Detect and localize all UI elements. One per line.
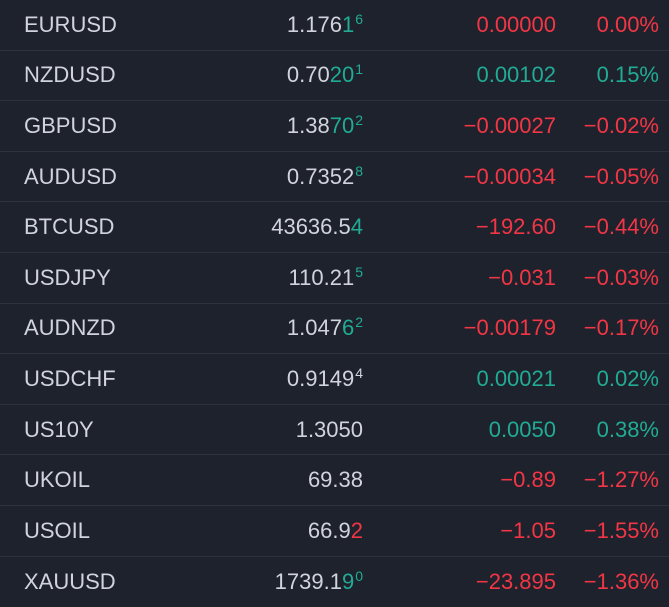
symbol-label: USOIL (24, 517, 91, 543)
symbol-label: EURUSD (24, 11, 117, 37)
price-base: 66.9 (307, 517, 351, 543)
watchlist-row-usdchf[interactable]: USDCHF 0.9149 4 0.00021 0.02% (0, 354, 669, 405)
symbol-label: AUDNZD (24, 315, 116, 341)
price-change: 0.00021 (476, 365, 556, 391)
price-changed-digits: 70 (329, 112, 355, 138)
watchlist-row-ukoil[interactable]: UKOIL 69.38 −0.89 −1.27% (0, 455, 669, 506)
price-pipette: 0 (355, 567, 363, 584)
price-base: 43636.5 (271, 214, 351, 240)
percent-change: 0.38% (596, 416, 659, 442)
percent-change: −0.02% (583, 112, 659, 138)
percent-change: −1.27% (583, 467, 659, 493)
last-price: 66.9 2 (308, 506, 363, 556)
percent-change: −0.03% (583, 264, 659, 290)
price-base: 0.9149 (286, 365, 355, 391)
price-change: −0.00034 (463, 163, 556, 189)
symbol-label: UKOIL (24, 467, 91, 493)
price-changed-digits: 2 (350, 517, 363, 543)
price-change: −0.00027 (463, 112, 556, 138)
price-change: −0.031 (488, 264, 556, 290)
watchlist-row-gbpusd[interactable]: GBPUSD 1.38 70 2 −0.00027 −0.02% (0, 101, 669, 152)
price-change: 0.00102 (476, 62, 556, 88)
last-price: 1739.1 9 0 (275, 557, 363, 607)
symbol-label: AUDUSD (24, 163, 117, 189)
price-base: 1.38 (286, 112, 330, 138)
percent-change: −1.36% (583, 568, 659, 594)
price-base: 0.7352 (286, 163, 355, 189)
watchlist-row-usoil[interactable]: USOIL 66.9 2 −1.05 −1.55% (0, 506, 669, 557)
price-base: 1739.1 (274, 568, 342, 594)
percent-change: 0.00% (596, 11, 659, 37)
price-changed-digits: 6 (341, 315, 355, 341)
percent-change: −0.05% (583, 163, 659, 189)
symbol-label: USDCHF (24, 365, 116, 391)
price-change: −0.89 (500, 467, 556, 493)
price-changed-digits: 1 (341, 11, 355, 37)
last-price: 0.7352 8 (287, 152, 363, 202)
price-base: 0.70 (286, 62, 330, 88)
watchlist-row-audnzd[interactable]: AUDNZD 1.047 6 2 −0.00179 −0.17% (0, 304, 669, 355)
last-price: 43636.5 4 (271, 202, 363, 252)
price-base: 1.176 (286, 11, 342, 37)
price-change: −23.895 (475, 568, 556, 594)
last-price: 69.38 (308, 455, 363, 505)
percent-change: −1.55% (583, 517, 659, 543)
watchlist-row-btcusd[interactable]: BTCUSD 43636.5 4 −192.60 −0.44% (0, 202, 669, 253)
last-price: 1.047 6 2 (287, 304, 363, 354)
price-base: 1.047 (286, 315, 342, 341)
price-pipette: 2 (355, 314, 363, 331)
symbol-label: GBPUSD (24, 112, 117, 138)
price-change: −192.60 (475, 214, 556, 240)
price-change: −0.00179 (463, 315, 556, 341)
last-price: 0.70 20 1 (287, 51, 363, 101)
price-changed-digits: 20 (329, 62, 355, 88)
symbol-label: NZDUSD (24, 62, 116, 88)
watchlist-row-audusd[interactable]: AUDUSD 0.7352 8 −0.00034 −0.05% (0, 152, 669, 203)
percent-change: 0.15% (596, 62, 659, 88)
price-pipette: 5 (355, 263, 363, 280)
watchlist-row-eurusd[interactable]: EURUSD 1.176 1 6 0.00000 0.00% (0, 0, 669, 51)
last-price: 1.38 70 2 (287, 101, 363, 151)
price-change: 0.00000 (476, 11, 556, 37)
price-pipette: 8 (355, 162, 363, 179)
price-change: −1.05 (500, 517, 556, 543)
price-base: 1.3050 (295, 416, 363, 442)
price-pipette: 4 (355, 364, 363, 381)
price-pipette: 1 (355, 61, 363, 78)
symbol-label: USDJPY (24, 264, 111, 290)
watchlist: EURUSD 1.176 1 6 0.00000 0.00% NZDUSD 0.70 20 1 0.… (0, 0, 669, 604)
watchlist-row-usdjpy[interactable]: USDJPY 110.21 5 −0.031 −0.03% (0, 253, 669, 304)
price-pipette: 2 (355, 111, 363, 128)
percent-change: 0.02% (596, 365, 659, 391)
symbol-label: BTCUSD (24, 214, 115, 240)
symbol-label: XAUUSD (24, 568, 116, 594)
watchlist-row-xauusd[interactable]: XAUUSD 1739.1 9 0 −23.895 −1.36% (0, 557, 669, 607)
symbol-label: US10Y (24, 416, 94, 442)
last-price: 0.9149 4 (287, 354, 363, 404)
last-price: 110.21 5 (289, 253, 363, 303)
price-base: 110.21 (288, 264, 355, 290)
price-base: 69.38 (307, 467, 363, 493)
price-changed-digits: 4 (350, 214, 363, 240)
price-pipette: 6 (355, 10, 363, 27)
percent-change: −0.44% (583, 214, 659, 240)
last-price: 1.3050 (296, 405, 363, 455)
watchlist-row-nzdusd[interactable]: NZDUSD 0.70 20 1 0.00102 0.15% (0, 51, 669, 102)
percent-change: −0.17% (583, 315, 659, 341)
watchlist-row-us10y[interactable]: US10Y 1.3050 0.0050 0.38% (0, 405, 669, 456)
price-change: 0.0050 (488, 416, 556, 442)
last-price: 1.176 1 6 (287, 0, 363, 50)
price-changed-digits: 9 (341, 568, 355, 594)
